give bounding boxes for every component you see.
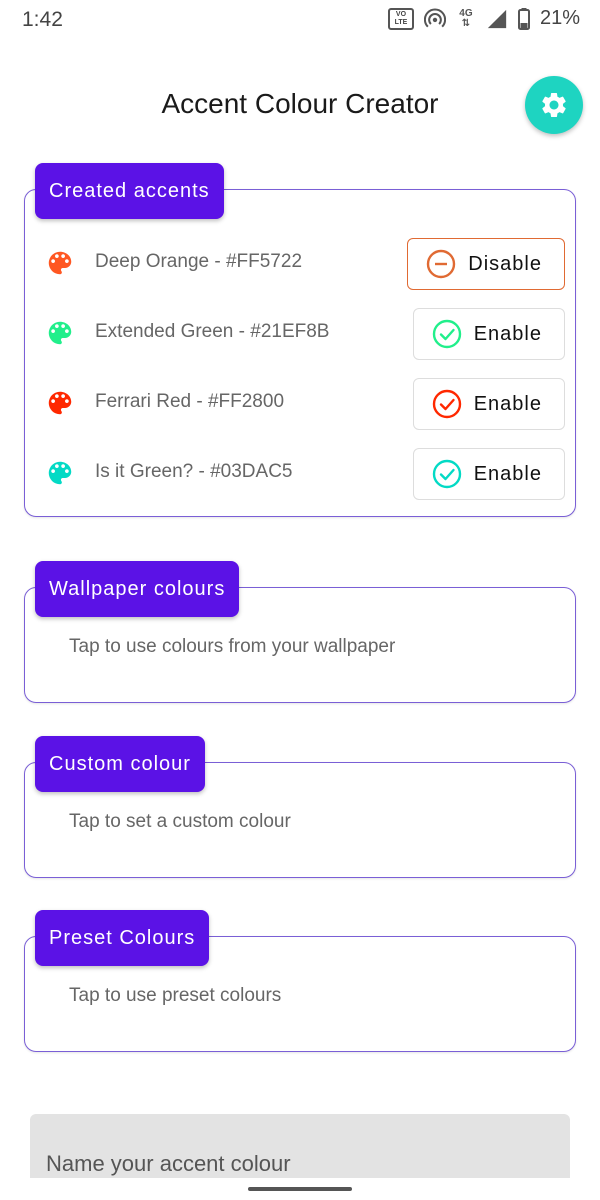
data-arrows-icon: ⇅ [461, 17, 471, 29]
gear-icon [542, 93, 566, 117]
enable-button[interactable]: Enable [412, 378, 565, 430]
volte-icon: VO LTE [387, 7, 414, 30]
settings-button[interactable] [525, 76, 583, 134]
custom-colour-description: Tap to set a custom colour [69, 811, 291, 832]
preset-colours-description: Tap to use preset colours [69, 985, 282, 1006]
enable-button[interactable]: Enable [412, 448, 565, 500]
disable-button-label: Disable [468, 252, 542, 275]
check-circle-icon [432, 319, 461, 349]
palette-icon [48, 321, 72, 345]
volte-top-label: VO [395, 10, 407, 18]
network-type: 4G ⇅ [456, 7, 476, 29]
accent-row: Deep Orange - #FF5722 Disable [25, 234, 577, 290]
minus-circle-icon [427, 249, 456, 279]
accent-label: Deep Orange - #FF5722 [95, 251, 303, 272]
accent-label: Extended Green - #21EF8B [95, 321, 330, 342]
battery-percent: 21% [539, 7, 580, 29]
accent-name-input[interactable] [30, 1114, 570, 1184]
enable-button-label: Enable [473, 462, 542, 485]
home-gesture-handle[interactable] [248, 1187, 352, 1191]
check-circle-icon [432, 459, 461, 489]
accent-row: Is it Green? - #03DAC5 Enable [25, 444, 577, 500]
enable-button-label: Enable [473, 322, 542, 345]
custom-colour-tag[interactable]: Custom colour [35, 736, 205, 792]
signal-icon [487, 9, 507, 28]
accent-name-field[interactable] [30, 1114, 570, 1184]
accent-row: Extended Green - #21EF8B Enable [25, 304, 577, 360]
disable-button[interactable]: Disable [407, 238, 565, 290]
page-title: Accent Colour Creator [161, 88, 439, 119]
status-icons: VO LTE 4G ⇅ 21% [387, 7, 580, 30]
status-bar: 1:42 VO LTE 4G ⇅ 21% [0, 0, 600, 40]
volte-bottom-label: LTE [394, 18, 408, 26]
accent-row: Ferrari Red - #FF2800 Enable [25, 374, 577, 430]
enable-button[interactable]: Enable [412, 308, 565, 360]
wallpaper-colours-tag[interactable]: Wallpaper colours [35, 561, 240, 617]
accent-label: Ferrari Red - #FF2800 [95, 391, 285, 412]
accent-label: Is it Green? - #03DAC5 [95, 461, 293, 482]
enable-button-label: Enable [473, 392, 542, 415]
created-accents-tag: Created accents [35, 163, 224, 219]
created-accents-card: Deep Orange - #FF5722 Disable Extended G… [24, 189, 576, 517]
status-time: 1:42 [22, 8, 63, 31]
preset-colours-tag[interactable]: Preset Colours [35, 910, 210, 966]
check-circle-icon [432, 389, 461, 419]
palette-icon [48, 461, 72, 485]
hotspot-icon [423, 8, 446, 27]
battery-icon [517, 7, 530, 30]
palette-icon [48, 391, 72, 415]
palette-icon [48, 251, 72, 275]
wallpaper-colours-description: Tap to use colours from your wallpaper [69, 636, 396, 657]
network-type-label: 4G [459, 7, 473, 19]
